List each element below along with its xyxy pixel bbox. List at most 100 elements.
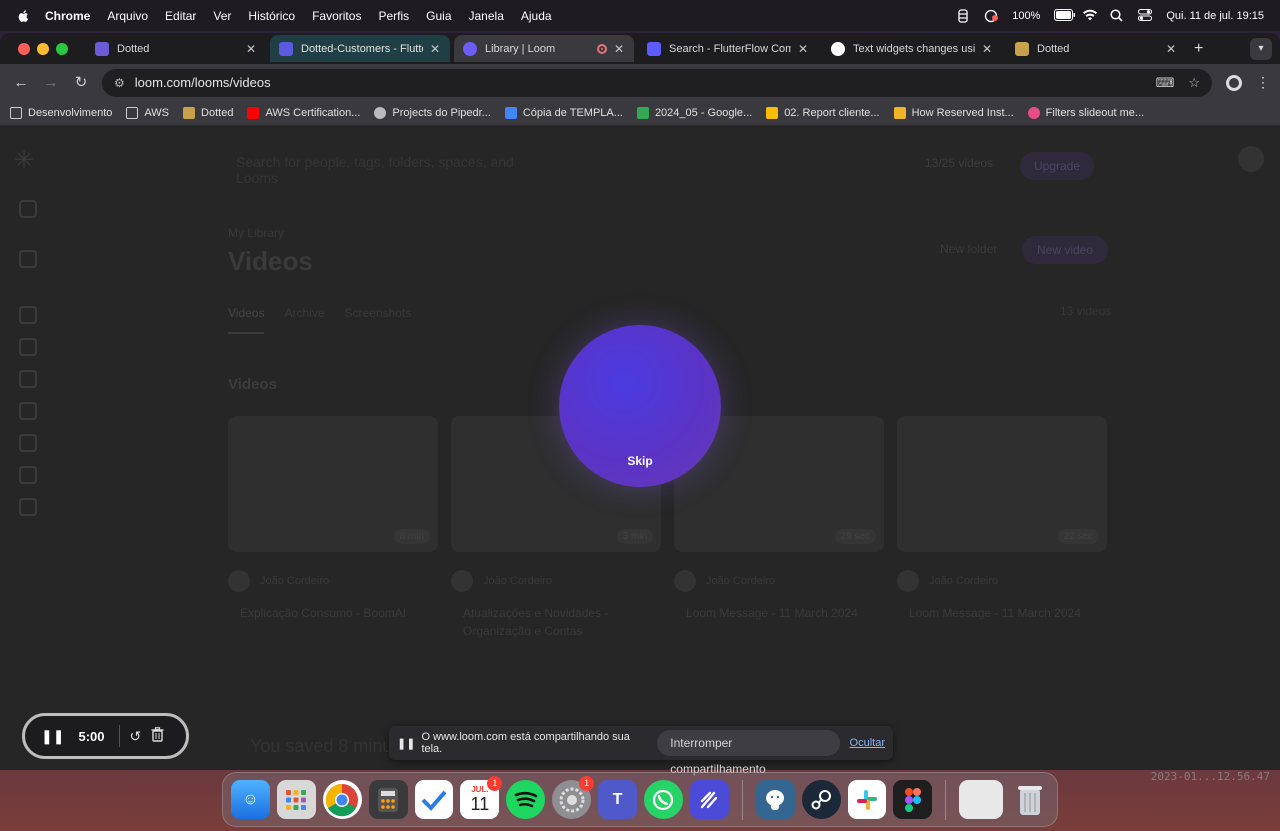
video-title[interactable]: Atualizações e Novidades - Organização e… <box>451 604 661 640</box>
bookmark-filters-slideout[interactable]: Filters slideout me... <box>1027 107 1144 119</box>
bookmark-reserved-instances[interactable]: How Reserved Inst... <box>893 107 1014 119</box>
sidebar-members-icon[interactable] <box>19 250 37 268</box>
calendar-icon[interactable]: JUL. 11 1 <box>460 776 503 819</box>
menu-janela[interactable]: Janela <box>469 9 504 23</box>
close-window-button[interactable] <box>18 42 30 55</box>
tab-search-chevron-icon[interactable]: ▾ <box>1250 37 1272 60</box>
loom-logo-icon[interactable]: ✳ <box>14 146 40 174</box>
system-settings-icon[interactable]: 1 <box>552 776 595 819</box>
menubar-datetime[interactable]: Qui. 11 de jul. 19:15 <box>1166 10 1264 22</box>
tab-close-icon[interactable]: ✕ <box>429 42 441 56</box>
tab-github[interactable]: Text widgets changes usin ✕ <box>822 35 1002 62</box>
tab-close-icon[interactable]: ✕ <box>981 42 993 56</box>
trash-bin-icon[interactable] <box>1010 780 1049 819</box>
tab-search-flutterflow[interactable]: Search - FlutterFlow Comm ✕ <box>638 35 818 62</box>
tab-dotted[interactable]: Dotted ✕ <box>86 35 266 62</box>
loom-search-input[interactable]: Search for people, tags, folders, spaces… <box>236 154 536 186</box>
tab-dotted-2[interactable]: Dotted ✕ <box>1006 35 1186 62</box>
profile-icon[interactable] <box>1226 74 1242 91</box>
menu-perfis[interactable]: Perfis <box>378 9 409 23</box>
video-title[interactable]: Explicação Consumo - BoomAI <box>228 604 438 622</box>
hide-banner-link[interactable]: Ocultar <box>850 737 885 749</box>
pause-icon[interactable]: ❚❚ <box>41 728 64 745</box>
launchpad-icon[interactable] <box>276 780 316 819</box>
apple-icon[interactable] <box>17 9 31 23</box>
whatsapp-icon[interactable] <box>644 780 683 819</box>
menu-app-name[interactable]: Chrome <box>45 9 90 23</box>
translate-icon[interactable]: ⌨ <box>1156 75 1175 91</box>
bookmark-desenvolvimento[interactable]: Desenvolvimento <box>10 107 112 119</box>
bookmark-star-icon[interactable]: ☆ <box>1188 75 1200 91</box>
figma-icon[interactable] <box>893 780 933 819</box>
forward-arrow-icon[interactable]: → <box>40 72 62 94</box>
bookmark-report-cliente[interactable]: 02. Report cliente... <box>766 107 880 119</box>
control-center-icon[interactable] <box>1138 8 1153 23</box>
tab-close-icon[interactable]: ✕ <box>1165 42 1177 56</box>
tab-close-icon[interactable]: ✕ <box>245 42 257 56</box>
battery-icon[interactable] <box>1054 8 1076 23</box>
teams-icon[interactable]: T <box>598 780 638 819</box>
wifi-icon[interactable] <box>1082 9 1098 23</box>
tab-archive[interactable]: Archive <box>284 306 324 334</box>
tab-close-icon[interactable]: ✕ <box>797 42 809 56</box>
stop-sharing-button[interactable]: Interromper compartilhamento <box>657 730 840 776</box>
tasks-check-icon[interactable] <box>414 780 454 819</box>
tab-videos[interactable]: Videos <box>228 306 265 334</box>
trash-icon[interactable] <box>151 727 164 745</box>
library-breadcrumb[interactable]: My Library <box>228 226 284 240</box>
chrome-icon[interactable] <box>322 780 362 819</box>
flutterflow-icon[interactable] <box>689 780 729 819</box>
finder-icon[interactable]: ☺ <box>231 780 270 819</box>
tab-library-loom[interactable]: Library | Loom ✕ <box>454 35 634 62</box>
tab-close-icon[interactable]: ✕ <box>613 42 625 56</box>
upgrade-button[interactable]: Upgrade <box>1020 152 1094 180</box>
spotlight-search-icon[interactable] <box>1110 8 1124 23</box>
menu-ajuda[interactable]: Ajuda <box>521 9 552 23</box>
sidebar-space-icon[interactable] <box>19 200 37 218</box>
address-bar[interactable]: ⚙ loom.com/looms/videos ⌨ ☆ <box>102 68 1212 97</box>
video-thumbnail[interactable]: 8 min <box>228 416 438 552</box>
minimized-window-icon[interactable] <box>959 780 1004 819</box>
new-folder-button[interactable]: New folder <box>940 242 997 256</box>
bookmark-2024-05-google[interactable]: 2024_05 - Google... <box>636 107 752 119</box>
calculator-icon[interactable] <box>368 780 408 819</box>
tab-dotted-customers[interactable]: Dotted-Customers - Flutte ✕ <box>270 35 450 62</box>
menu-favoritos[interactable]: Favoritos <box>312 9 361 23</box>
tab-screenshots[interactable]: Screenshots <box>345 306 412 334</box>
sidebar-library-icon[interactable] <box>19 338 37 356</box>
reload-icon[interactable]: ↻ <box>70 72 92 94</box>
fullscreen-window-button[interactable] <box>56 42 68 55</box>
restart-icon[interactable]: ↺ <box>130 728 142 745</box>
video-title[interactable]: Loom Message - 11 March 2024 <box>674 604 884 622</box>
bookmark-copia-template[interactable]: Cópia de TEMPLA... <box>504 107 623 119</box>
back-arrow-icon[interactable]: ← <box>10 72 32 94</box>
video-title[interactable]: Loom Message - 11 March 2024 <box>897 604 1107 622</box>
postgresql-icon[interactable] <box>755 780 795 819</box>
sidebar-settings-icon[interactable] <box>19 498 37 516</box>
figma-menubar-icon[interactable] <box>956 8 970 23</box>
sidebar-gift-icon[interactable] <box>19 466 37 484</box>
skip-countdown-button[interactable]: Skip <box>610 450 670 472</box>
minimize-window-button[interactable] <box>37 42 49 55</box>
menu-ver[interactable]: Ver <box>213 9 231 23</box>
steam-icon[interactable] <box>801 780 841 819</box>
sidebar-notifications-icon[interactable] <box>19 370 37 388</box>
menu-arquivo[interactable]: Arquivo <box>107 9 148 23</box>
video-thumbnail[interactable]: 22 sec <box>897 416 1107 552</box>
video-card[interactable]: 22 sec João Cordeiro Loom Message - 11 M… <box>897 416 1107 622</box>
site-settings-icon[interactable]: ⚙ <box>114 76 125 90</box>
sidebar-home-icon[interactable] <box>19 306 37 324</box>
bookmark-pipedrive[interactable]: Projects do Pipedr... <box>374 107 491 119</box>
bookmark-aws-certification[interactable]: AWS Certification... <box>247 107 360 119</box>
menu-editar[interactable]: Editar <box>165 9 196 23</box>
screen-record-menubar-icon[interactable] <box>984 9 999 23</box>
bookmark-aws[interactable]: AWS <box>126 107 169 119</box>
sidebar-bookmark-icon[interactable] <box>19 402 37 420</box>
slack-icon[interactable] <box>847 780 887 819</box>
menu-guia[interactable]: Guia <box>426 9 451 23</box>
new-video-button[interactable]: New video <box>1022 236 1108 264</box>
spotify-icon[interactable] <box>506 780 546 819</box>
menu-historico[interactable]: Histórico <box>248 9 295 23</box>
more-menu-icon[interactable]: ⋮ <box>1256 74 1270 91</box>
new-tab-button[interactable]: + <box>1194 40 1203 58</box>
